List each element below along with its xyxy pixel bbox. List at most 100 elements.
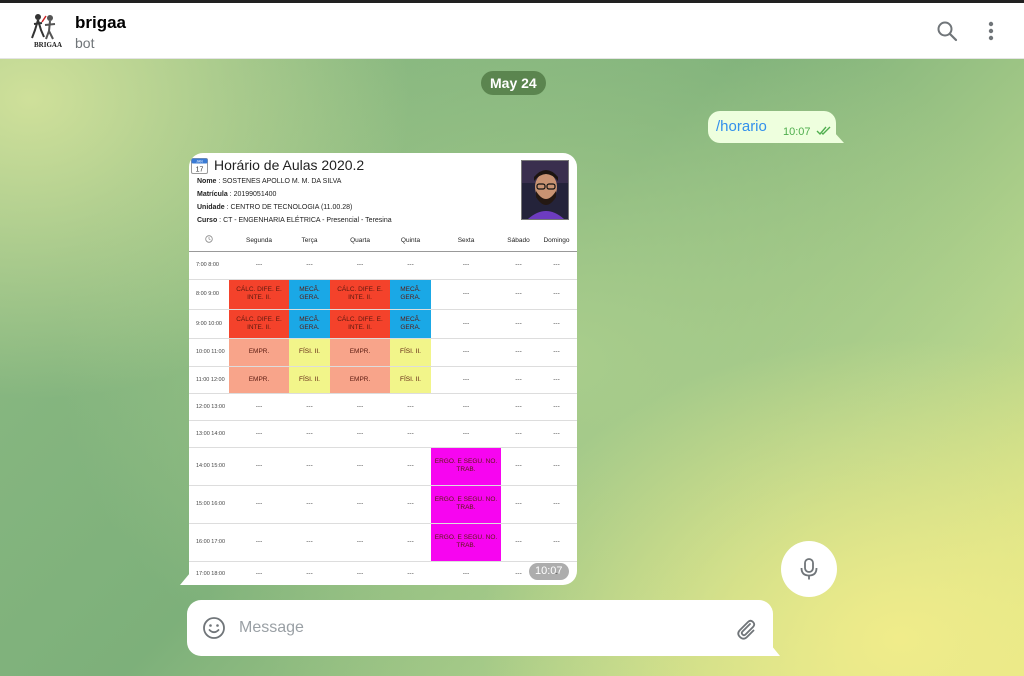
empty-cell: --- [536, 251, 577, 280]
empty-cell: --- [390, 420, 431, 448]
empty-cell: --- [501, 279, 536, 310]
empty-cell: --- [536, 420, 577, 448]
time-slot: 10:00 11:00 [189, 338, 229, 367]
class-cell: ERGO. E SEGU. NO. TRAB. [431, 485, 501, 524]
empty-cell: --- [431, 393, 501, 421]
time-slot: 14:00 15:00 [189, 447, 229, 486]
more-vertical-icon [988, 21, 994, 41]
class-cell: CÁLC. DIFE. E. INTE. II. [229, 279, 289, 310]
class-cell: MECÂ. GERA. [289, 279, 330, 310]
info-line: Matrícula : 20199051400 [197, 191, 276, 198]
schedule-row: 17:00 18:00 --- --- --- --- --- --- --- [189, 561, 577, 585]
empty-cell: --- [229, 561, 289, 585]
empty-cell: --- [289, 251, 330, 280]
class-cell: FÍSI. II. [390, 338, 431, 367]
empty-cell: --- [330, 485, 390, 524]
empty-cell: --- [431, 420, 501, 448]
info-value: : 20199051400 [227, 191, 277, 198]
day-header: Quinta [390, 231, 431, 252]
empty-cell: --- [330, 447, 390, 486]
time-slot: 7:00 8:00 [189, 251, 229, 280]
info-line: Unidade : CENTRO DE TECNOLOGIA (11.00.28… [197, 204, 352, 211]
time-slot: 17:00 18:00 [189, 561, 229, 585]
schedule-row: 13:00 14:00 --- --- --- --- --- --- --- [189, 420, 577, 448]
search-icon [937, 21, 958, 42]
schedule-row: 8:00 9:00 CÁLC. DIFE. E. INTE. II. MECÂ. G… [189, 279, 577, 310]
empty-cell: --- [229, 393, 289, 421]
message-composer [187, 600, 773, 656]
photo-message-time: 10:07 [529, 563, 569, 580]
empty-cell: --- [390, 523, 431, 562]
composer-tail [771, 645, 780, 656]
bot-avatar[interactable]: BRIGAA [30, 12, 62, 50]
class-cell: FÍSI. II. [289, 366, 330, 394]
class-cell: CÁLC. DIFE. E. INTE. II. [330, 309, 390, 339]
info-value: : CENTRO DE TECNOLOGIA (11.00.28) [224, 204, 353, 211]
empty-cell: --- [289, 561, 330, 585]
date-separator: May 24 [481, 71, 546, 95]
class-cell: FÍSI. II. [289, 338, 330, 367]
class-cell: EMPR. [229, 366, 289, 394]
time-slot: 9:00 10:00 [189, 309, 229, 339]
info-line: Nome : SOSTENES APOLLO M. M. DA SILVA [197, 178, 341, 185]
more-menu-button[interactable] [971, 11, 1011, 51]
day-header: Sexta [431, 231, 501, 252]
empty-cell: --- [501, 485, 536, 524]
info-value: : CT - ENGENHARIA ELÉTRICA - Presencial … [217, 217, 392, 224]
empty-cell: --- [289, 485, 330, 524]
info-label: Curso [197, 217, 218, 224]
empty-cell: --- [536, 447, 577, 486]
empty-cell: --- [229, 447, 289, 486]
schedule-photo-message[interactable]: JAN 17 Horário de Aulas 2020.2 Nome : SO… [189, 153, 577, 585]
day-header: Domingo [536, 231, 577, 252]
empty-cell: --- [330, 523, 390, 562]
outgoing-message[interactable]: /horario 10:07 [708, 111, 836, 143]
outgoing-message-text[interactable]: /horario [716, 118, 767, 135]
chat-status: bot [75, 35, 95, 51]
class-cell: EMPR. [229, 338, 289, 367]
schedule-row: 14:00 15:00 --- --- --- --- ERGO. E SEGU. NO.… [189, 447, 577, 486]
class-cell: ERGO. E SEGU. NO. TRAB. [431, 523, 501, 562]
empty-cell: --- [431, 279, 501, 310]
time-slot: 15:00 16:00 [189, 485, 229, 524]
class-cell: MECÂ. GERA. [390, 279, 431, 310]
microphone-icon [800, 558, 818, 580]
empty-cell: --- [330, 393, 390, 421]
message-time: 10:07 [783, 126, 811, 138]
empty-cell: --- [501, 251, 536, 280]
info-label: Nome [197, 178, 217, 185]
empty-cell: --- [390, 561, 431, 585]
read-checkmarks-icon [816, 126, 831, 136]
empty-cell: --- [536, 279, 577, 310]
calendar-icon: JAN 17 [191, 158, 208, 174]
message-input[interactable] [239, 616, 709, 640]
empty-cell: --- [501, 366, 536, 394]
calendar-day: 17 [196, 167, 204, 174]
chat-area[interactable]: May 24 /horario 10:07 JAN 17 Horário de … [0, 59, 1024, 676]
empty-cell: --- [229, 523, 289, 562]
empty-cell: --- [536, 485, 577, 524]
schedule-table: Segunda Terça Quarta Quinta Sexta Sábado Domin… [189, 231, 577, 585]
class-cell: FÍSI. II. [390, 366, 431, 394]
empty-cell: --- [330, 251, 390, 280]
attach-button[interactable] [733, 616, 759, 642]
record-voice-button[interactable] [781, 541, 837, 597]
student-photo [521, 160, 569, 220]
schedule-row: 12:00 13:00 --- --- --- --- --- --- --- [189, 393, 577, 421]
time-slot: 11:00 12:00 [189, 366, 229, 394]
info-label: Matrícula [197, 191, 228, 198]
empty-cell: --- [501, 309, 536, 339]
empty-cell: --- [229, 485, 289, 524]
emoji-button[interactable] [201, 615, 227, 641]
schedule-row: 9:00 10:00 CÁLC. DIFE. E. INTE. II. MECÂ. … [189, 309, 577, 339]
clock-icon [189, 231, 229, 252]
schedule-image: JAN 17 Horário de Aulas 2020.2 Nome : SO… [189, 153, 577, 585]
time-slot: 8:00 9:00 [189, 279, 229, 310]
empty-cell: --- [229, 420, 289, 448]
info-value: : SOSTENES APOLLO M. M. DA SILVA [216, 178, 342, 185]
chat-title[interactable]: brigaa [75, 13, 126, 33]
chat-header: BRIGAA brigaa bot [0, 3, 1024, 59]
empty-cell: --- [390, 393, 431, 421]
outgoing-bubble-tail [834, 132, 844, 143]
search-button[interactable] [927, 11, 967, 51]
